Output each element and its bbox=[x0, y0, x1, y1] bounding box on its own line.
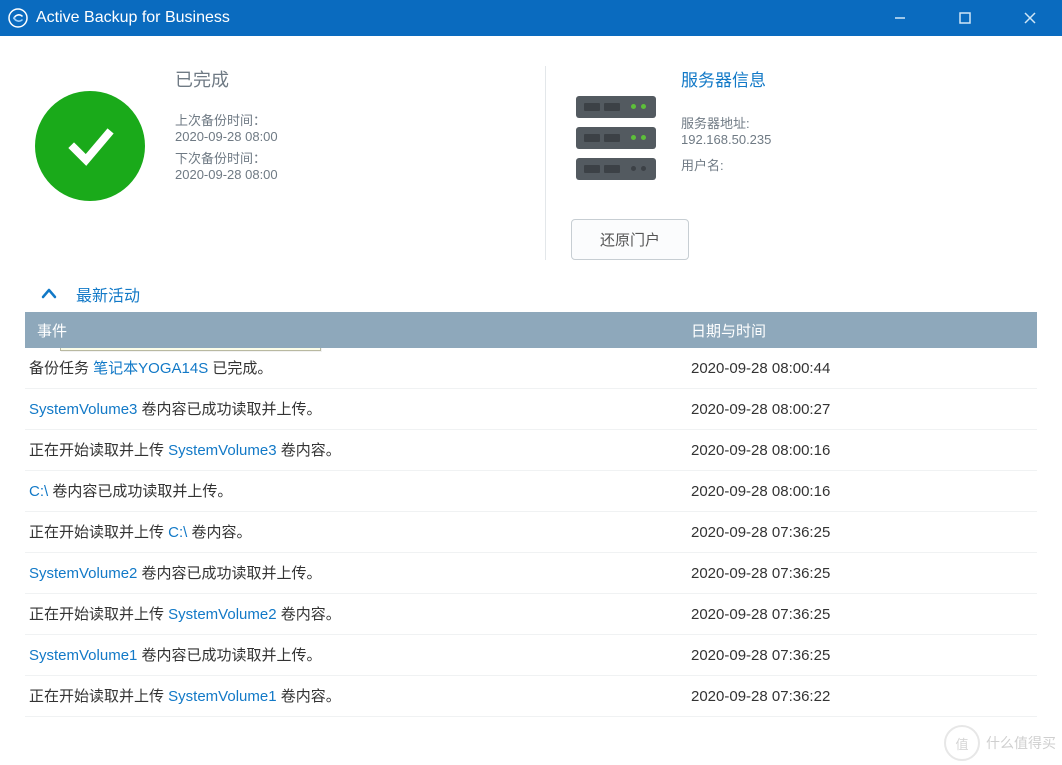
event-text: 卷内容已成功读取并上传。 bbox=[137, 401, 321, 418]
next-backup-label: 下次备份时间： bbox=[175, 148, 278, 167]
content-area: 已完成 上次备份时间： 2020-09-28 08:00 下次备份时间： 202… bbox=[0, 36, 1062, 765]
datetime-cell: 2020-09-28 08:00:16 bbox=[685, 442, 1037, 459]
table-row[interactable]: 正在开始读取并上传 SystemVolume3 卷内容。2020-09-28 0… bbox=[25, 430, 1037, 471]
event-link[interactable]: SystemVolume1 bbox=[168, 688, 276, 705]
event-text: 备份任务 bbox=[29, 360, 93, 377]
table-row[interactable]: SystemVolume2 卷内容已成功读取并上传。2020-09-28 07:… bbox=[25, 553, 1037, 594]
app-icon bbox=[8, 8, 28, 28]
event-text: 正在开始读取并上传 bbox=[29, 442, 168, 459]
datetime-cell: 2020-09-28 07:36:25 bbox=[685, 565, 1037, 582]
table-row[interactable]: 正在开始读取并上传 SystemVolume1 卷内容。2020-09-28 0… bbox=[25, 676, 1037, 717]
event-link[interactable]: SystemVolume2 bbox=[168, 606, 276, 623]
server-info-heading: 服务器信息 bbox=[681, 66, 771, 91]
event-text: 正在开始读取并上传 bbox=[29, 606, 168, 623]
event-text: 正在开始读取并上传 bbox=[29, 524, 168, 541]
event-text: 卷内容。 bbox=[187, 524, 251, 541]
server-info: 服务器信息 服务器地址: 192.168.50.235 用户名: bbox=[681, 66, 771, 189]
server-address-value: 192.168.50.235 bbox=[681, 132, 771, 147]
close-button[interactable] bbox=[997, 0, 1062, 36]
event-cell: 正在开始读取并上传 SystemVolume1 卷内容。 bbox=[25, 686, 685, 707]
event-text: 卷内容已成功读取并上传。 bbox=[137, 565, 321, 582]
datetime-cell: 2020-09-28 08:00:16 bbox=[685, 483, 1037, 500]
table-row[interactable]: 正在开始读取并上传 C:\ 卷内容。2020-09-28 07:36:25 bbox=[25, 512, 1037, 553]
vertical-divider bbox=[545, 66, 546, 260]
event-text: 卷内容。 bbox=[277, 606, 341, 623]
titlebar: Active Backup for Business bbox=[0, 0, 1062, 36]
datetime-cell: 2020-09-28 08:00:27 bbox=[685, 401, 1037, 418]
datetime-cell: 2020-09-28 07:36:22 bbox=[685, 688, 1037, 705]
table-row[interactable]: SystemVolume1 卷内容已成功读取并上传。2020-09-28 07:… bbox=[25, 635, 1037, 676]
restore-portal-button[interactable]: 还原门户 bbox=[571, 219, 689, 260]
activity-table-header: 事件 日期与时间 bbox=[25, 312, 1037, 348]
event-cell: C:\ 卷内容已成功读取并上传。 bbox=[25, 481, 685, 502]
event-text: 卷内容。 bbox=[277, 688, 341, 705]
datetime-cell: 2020-09-28 07:36:25 bbox=[685, 647, 1037, 664]
table-row[interactable]: SystemVolume3 卷内容已成功读取并上传。2020-09-28 08:… bbox=[25, 389, 1037, 430]
datetime-cell: 2020-09-28 08:00:44 bbox=[685, 360, 1037, 377]
server-block: 服务器信息 服务器地址: 192.168.50.235 用户名: 还原门户 bbox=[566, 66, 1037, 260]
status-heading: 已完成 bbox=[175, 66, 278, 92]
activity-section-header[interactable]: 最新活动 bbox=[0, 270, 1062, 312]
next-backup-value: 2020-09-28 08:00 bbox=[175, 167, 278, 182]
event-text: 已完成。 bbox=[208, 360, 272, 377]
activity-rows[interactable]: 备份任务 笔记本YOGA14S 已完成。2020-09-28 08:00:44S… bbox=[25, 348, 1037, 765]
status-block: 已完成 上次备份时间： 2020-09-28 08:00 下次备份时间： 202… bbox=[25, 66, 525, 260]
event-link[interactable]: SystemVolume2 bbox=[29, 565, 137, 582]
maximize-button[interactable] bbox=[932, 0, 997, 36]
col-datetime-header: 日期与时间 bbox=[685, 320, 1037, 341]
window-controls bbox=[867, 0, 1062, 36]
datetime-cell: 2020-09-28 07:36:25 bbox=[685, 524, 1037, 541]
status-success-icon bbox=[35, 91, 145, 201]
event-cell: 正在开始读取并上传 SystemVolume2 卷内容。 bbox=[25, 604, 685, 625]
col-event-header: 事件 bbox=[25, 320, 685, 341]
window-title: Active Backup for Business bbox=[36, 9, 867, 27]
status-text: 已完成 上次备份时间： 2020-09-28 08:00 下次备份时间： 202… bbox=[175, 66, 278, 182]
event-text: 卷内容。 bbox=[277, 442, 341, 459]
table-row[interactable]: 正在开始读取并上传 SystemVolume2 卷内容。2020-09-28 0… bbox=[25, 594, 1037, 635]
event-cell: 备份任务 笔记本YOGA14S 已完成。 bbox=[25, 358, 685, 379]
top-panel: 已完成 上次备份时间： 2020-09-28 08:00 下次备份时间： 202… bbox=[0, 36, 1062, 270]
event-text: 卷内容已成功读取并上传。 bbox=[48, 483, 232, 500]
event-link[interactable]: SystemVolume3 bbox=[29, 401, 137, 418]
watermark-text: 什么值得买 bbox=[986, 733, 1056, 753]
event-cell: 正在开始读取并上传 C:\ 卷内容。 bbox=[25, 522, 685, 543]
table-row[interactable]: 备份任务 笔记本YOGA14S 已完成。2020-09-28 08:00:44 bbox=[25, 348, 1037, 389]
event-text: 正在开始读取并上传 bbox=[29, 688, 168, 705]
event-link[interactable]: SystemVolume1 bbox=[29, 647, 137, 664]
event-cell: SystemVolume1 卷内容已成功读取并上传。 bbox=[25, 645, 685, 666]
last-backup-label: 上次备份时间： bbox=[175, 110, 278, 129]
chevron-up-icon bbox=[40, 285, 58, 303]
datetime-cell: 2020-09-28 07:36:25 bbox=[685, 606, 1037, 623]
event-cell: 正在开始读取并上传 SystemVolume3 卷内容。 bbox=[25, 440, 685, 461]
event-cell: SystemVolume2 卷内容已成功读取并上传。 bbox=[25, 563, 685, 584]
server-rack-icon bbox=[576, 96, 656, 189]
activity-table: 事件 日期与时间 备份任务 笔记本YOGA14S 已完成。2020-09-28 … bbox=[25, 312, 1037, 765]
watermark-badge: 值 bbox=[944, 725, 980, 761]
event-text: 卷内容已成功读取并上传。 bbox=[137, 647, 321, 664]
server-user-label: 用户名: bbox=[681, 155, 771, 174]
server-address-label: 服务器地址: bbox=[681, 113, 771, 132]
activity-section-title: 最新活动 bbox=[76, 282, 140, 306]
watermark: 值 什么值得买 bbox=[944, 725, 1056, 761]
event-link[interactable]: C:\ bbox=[168, 524, 187, 541]
last-backup-value: 2020-09-28 08:00 bbox=[175, 129, 278, 144]
event-link[interactable]: SystemVolume3 bbox=[168, 442, 276, 459]
table-row[interactable]: C:\ 卷内容已成功读取并上传。2020-09-28 08:00:16 bbox=[25, 471, 1037, 512]
minimize-button[interactable] bbox=[867, 0, 932, 36]
event-link[interactable]: C:\ bbox=[29, 483, 48, 500]
event-link[interactable]: 笔记本YOGA14S bbox=[93, 360, 208, 377]
event-cell: SystemVolume3 卷内容已成功读取并上传。 bbox=[25, 399, 685, 420]
